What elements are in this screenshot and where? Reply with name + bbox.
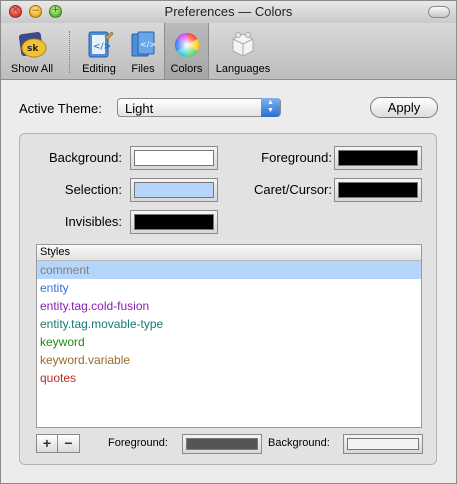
background-color-label: Background:	[49, 150, 122, 165]
style-foreground-well[interactable]	[182, 434, 262, 454]
foreground-color-well[interactable]	[334, 146, 422, 170]
style-background-well[interactable]	[343, 434, 423, 454]
styles-list[interactable]: Styles comment entity entity.tag.cold-fusi…	[36, 244, 422, 428]
foreground-color-label: Foreground:	[261, 150, 332, 165]
selection-color-label: Selection:	[64, 182, 122, 197]
invisibles-color-well[interactable]	[130, 210, 218, 234]
theme-row: Active Theme: Light ▲ ▼ Apply	[19, 97, 438, 121]
popup-arrows-icon: ▲ ▼	[261, 98, 280, 117]
style-row[interactable]: keyword	[37, 333, 421, 351]
active-theme-popup[interactable]: Light ▲ ▼	[117, 98, 281, 117]
caret-color-swatch	[338, 182, 418, 198]
svg-text:</>: </>	[140, 40, 156, 49]
style-background-swatch	[347, 438, 419, 450]
active-theme-value: Light	[125, 101, 154, 116]
toolbar-languages-label: Languages	[215, 63, 271, 75]
toolbar-colors-label: Colors	[170, 63, 203, 75]
invisibles-color-label: Invisibles:	[64, 214, 122, 229]
style-background-label: Background:	[268, 437, 330, 449]
toolbar-editing-label: Editing	[82, 63, 116, 75]
style-foreground-swatch	[186, 438, 258, 450]
editing-icon: </>	[88, 31, 114, 58]
files-icon: </>	[131, 31, 156, 57]
styles-rows: comment entity entity.tag.cold-fusion entit…	[37, 261, 421, 387]
selection-color-well[interactable]	[130, 178, 218, 202]
add-style-button[interactable]: +	[36, 434, 58, 453]
toolbar-languages[interactable]: Languages	[211, 23, 275, 79]
invisibles-color-swatch	[134, 214, 214, 230]
toolbar-toggle-button[interactable]	[428, 6, 450, 18]
styles-column-header[interactable]: Styles	[37, 245, 421, 261]
toolbar-editing[interactable]: </> Editing	[77, 23, 121, 79]
active-theme-label: Active Theme:	[19, 101, 102, 116]
toolbar-colors[interactable]: Colors	[164, 23, 209, 79]
toolbar-files-label: Files	[131, 63, 155, 75]
toolbar-separator	[69, 31, 70, 73]
style-row[interactable]: keyword.variable	[37, 351, 421, 369]
background-color-swatch	[134, 150, 214, 166]
preferences-window: × – + Preferences — Colors sk Show All <…	[0, 0, 457, 484]
style-add-remove-controls: + −	[36, 434, 80, 453]
svg-text:sk: sk	[27, 44, 39, 54]
show-all-icon: sk	[18, 31, 47, 58]
toolbar-show-all[interactable]: sk Show All	[3, 23, 61, 79]
foreground-color-swatch	[338, 150, 418, 166]
colors-group-box: Background: Foreground: Selection: Caret…	[19, 133, 437, 465]
style-row[interactable]: entity	[37, 279, 421, 297]
svg-text:</>: </>	[93, 42, 111, 52]
selection-color-swatch	[134, 182, 214, 198]
caret-color-label: Caret/Cursor:	[253, 182, 332, 197]
languages-icon	[232, 32, 254, 57]
title-bar: × – + Preferences — Colors	[1, 1, 456, 23]
caret-color-well[interactable]	[334, 178, 422, 202]
color-wheel-icon	[174, 32, 199, 58]
apply-button[interactable]: Apply	[370, 97, 438, 118]
style-row[interactable]: comment	[37, 261, 421, 279]
toolbar-show-all-label: Show All	[10, 63, 54, 75]
remove-style-button[interactable]: −	[58, 434, 80, 453]
preferences-toolbar: sk Show All </> Editing </> Files Colors…	[1, 23, 456, 80]
background-color-well[interactable]	[130, 146, 218, 170]
toolbar-files[interactable]: </> Files	[124, 23, 162, 79]
window-title: Preferences — Colors	[164, 4, 293, 19]
style-row[interactable]: entity.tag.movable-type	[37, 315, 421, 333]
style-row[interactable]: entity.tag.cold-fusion	[37, 297, 421, 315]
style-row[interactable]: quotes	[37, 369, 421, 387]
style-foreground-label: Foreground:	[108, 437, 168, 449]
